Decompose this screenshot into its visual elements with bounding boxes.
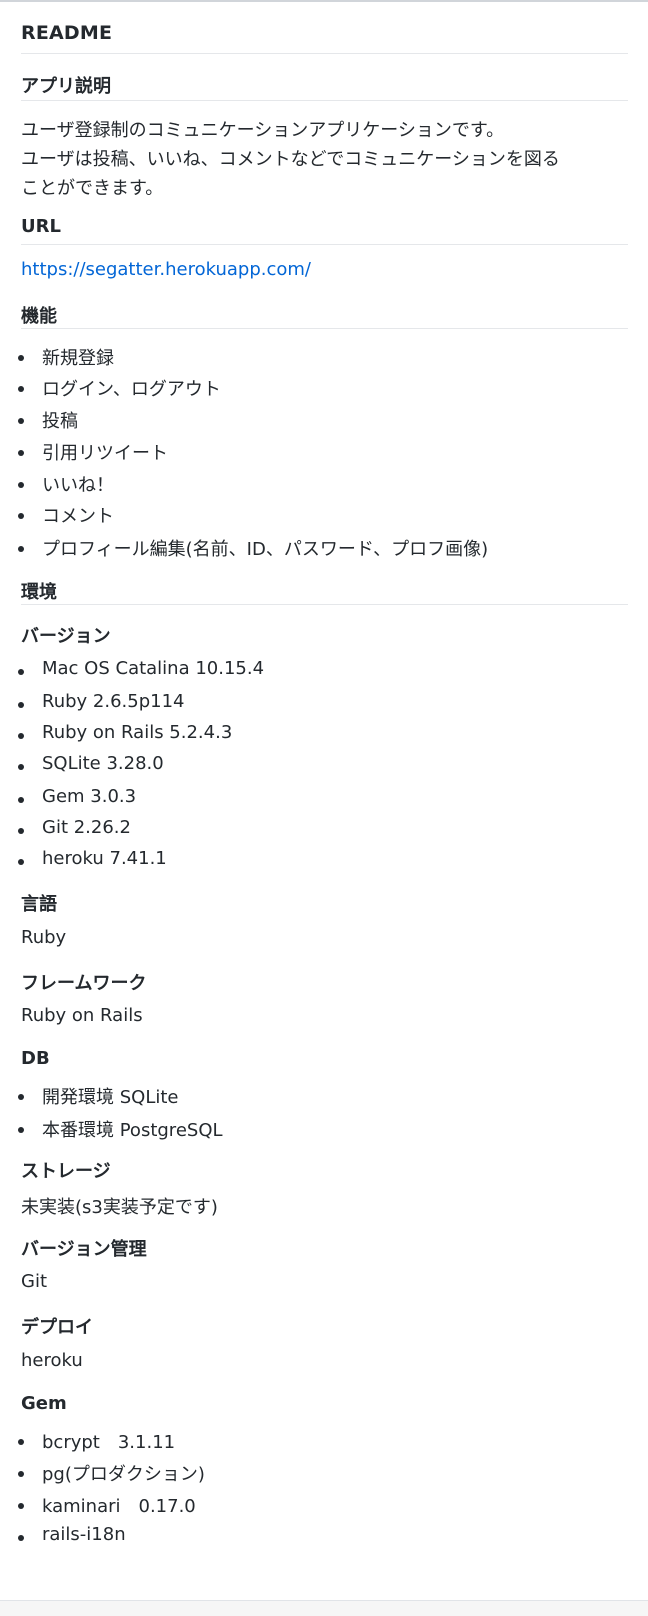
bullet-icon xyxy=(18,1094,24,1100)
bullet-icon xyxy=(18,764,24,770)
bullet-icon xyxy=(18,355,24,361)
bullet-icon xyxy=(18,669,24,675)
bullet-icon xyxy=(18,859,24,865)
app-description-line: ユーザ登録制のコミュニケーションアプリケーションです。 xyxy=(21,120,505,141)
app-url-link[interactable]: https://segatter.herokuapp.com/ xyxy=(21,259,311,280)
bullet-icon xyxy=(18,1127,24,1133)
version-item: Gem 3.0.3 xyxy=(42,786,137,807)
bullet-icon xyxy=(18,546,24,552)
feature-item: いいね！ xyxy=(42,475,114,496)
feature-item: コメント xyxy=(42,506,114,527)
subheading-vcs: バージョン管理 xyxy=(21,1239,147,1260)
version-item: Ruby 2.6.5p114 xyxy=(42,691,185,712)
feature-item: ログイン、ログアウト xyxy=(42,379,221,400)
subheading-storage: ストレージ xyxy=(21,1161,111,1182)
feature-item: 新規登録 xyxy=(42,348,114,369)
bullet-icon xyxy=(18,482,24,488)
subheading-deploy: デプロイ xyxy=(21,1317,93,1338)
app-description-line: ことができます。 xyxy=(21,178,164,199)
version-item: Mac OS Catalina 10.15.4 xyxy=(42,658,265,679)
readme-title: README xyxy=(21,22,113,44)
gem-item: kaminari 0.17.0 xyxy=(42,1496,196,1517)
bullet-icon xyxy=(18,828,24,834)
divider xyxy=(21,604,628,605)
section-heading-app: アプリ説明 xyxy=(21,76,111,97)
bullet-icon xyxy=(18,1503,24,1509)
language-value: Ruby xyxy=(21,927,67,948)
bullet-icon xyxy=(18,1471,24,1477)
readme-panel: README アプリ説明 ユーザ登録制のコミュニケーションアプリケーションです。… xyxy=(0,0,648,1601)
subheading-language: 言語 xyxy=(21,894,57,915)
db-item: 開発環境 SQLite xyxy=(42,1087,179,1108)
bullet-icon xyxy=(18,1439,24,1445)
gem-item: bcrypt 3.1.11 xyxy=(42,1432,176,1453)
vcs-value: Git xyxy=(21,1271,48,1292)
section-heading-environment: 環境 xyxy=(21,582,57,603)
bullet-icon xyxy=(18,386,24,392)
subheading-version: バージョン xyxy=(21,626,111,647)
bullet-icon xyxy=(18,1535,24,1541)
divider xyxy=(21,100,628,101)
feature-item: 引用リツイート xyxy=(42,443,168,464)
section-heading-url: URL xyxy=(21,216,61,237)
framework-value: Ruby on Rails xyxy=(21,1005,143,1026)
divider xyxy=(21,328,628,329)
bullet-icon xyxy=(18,450,24,456)
db-item: 本番環境 PostgreSQL xyxy=(42,1120,223,1141)
version-item: SQLite 3.28.0 xyxy=(42,753,164,774)
app-description-line: ユーザは投稿、いいね、コメントなどでコミュニケーションを図る xyxy=(21,149,560,170)
version-item: Git 2.26.2 xyxy=(42,817,131,838)
version-item: Ruby on Rails 5.2.4.3 xyxy=(42,722,233,743)
feature-item: 投稿 xyxy=(42,411,78,432)
gem-item: rails-i18n xyxy=(42,1524,126,1545)
bullet-icon xyxy=(18,513,24,519)
divider xyxy=(21,244,628,245)
feature-item: プロフィール編集(名前、ID、パスワード、プロフ画像) xyxy=(42,539,489,560)
bullet-icon xyxy=(18,418,24,424)
section-heading-features: 機能 xyxy=(21,306,57,327)
subheading-framework: フレームワーク xyxy=(21,973,147,994)
subheading-db: DB xyxy=(21,1048,50,1069)
bullet-icon xyxy=(18,733,24,739)
subheading-gem: Gem xyxy=(21,1393,67,1414)
gem-item: pg(プロダクション) xyxy=(42,1464,205,1485)
divider xyxy=(21,53,628,54)
bullet-icon xyxy=(18,797,24,803)
storage-value: 未実装(s3実装予定です) xyxy=(21,1197,218,1218)
bullet-icon xyxy=(18,702,24,708)
deploy-value: heroku xyxy=(21,1350,83,1371)
version-item: heroku 7.41.1 xyxy=(42,848,167,869)
